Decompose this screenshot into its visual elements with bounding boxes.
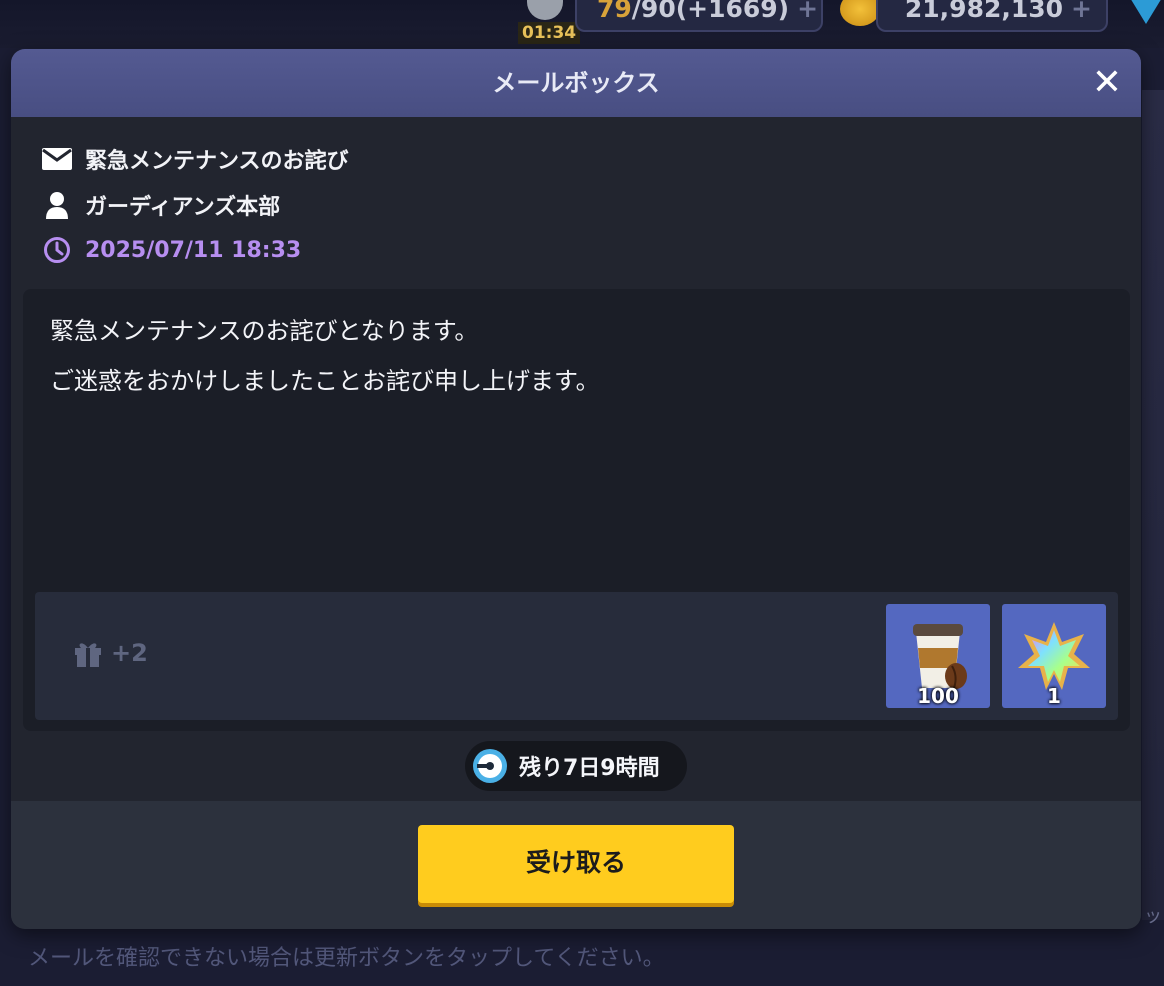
mail-date-row: 2025/07/11 18:33 — [41, 235, 301, 265]
reward-count-label: +2 — [111, 639, 148, 667]
top-hud: 01:34 79/90(+1669) + 21,982,130 + — [0, 0, 1164, 48]
gold-add-icon[interactable]: + — [1071, 0, 1092, 23]
stamina-max: /90(+1669) — [631, 0, 790, 23]
background-panel-text: ッ — [1144, 906, 1162, 927]
gold-coin-icon — [840, 0, 880, 26]
player-avatar-icon[interactable] — [527, 0, 563, 20]
claim-button[interactable]: 受け取る — [418, 825, 734, 903]
mail-body-panel: 緊急メンテナンスのお詫びとなります。 ご迷惑をおかけしましたことお詫び申し上げま… — [23, 289, 1130, 731]
background-panel-edge — [1142, 90, 1164, 920]
stamina-counter[interactable]: 79/90(+1669) + — [575, 0, 823, 32]
mail-body-line-1: 緊急メンテナンスのお詫びとなります。 — [50, 317, 479, 345]
mail-sender-row: ガーディアンズ本部 — [41, 190, 280, 220]
mail-detail-dialog: メールボックス ✕ 緊急メンテナンスのお詫び ガーディアンズ本部 2025/07… — [11, 49, 1141, 929]
remaining-time-badge: 残り7日9時間 — [465, 741, 687, 791]
mail-body-line-2: ご迷惑をおかけしましたことお詫び申し上げます。 — [50, 367, 600, 395]
dialog-title: メールボックス — [492, 69, 660, 97]
mail-sender: ガーディアンズ本部 — [85, 195, 281, 220]
reward-strip: +2 100 1 — [35, 592, 1118, 720]
gift-icon — [75, 643, 101, 667]
dialog-header: メールボックス ✕ — [11, 49, 1141, 117]
reward-item-coffee[interactable]: 100 — [886, 604, 990, 708]
close-button[interactable]: ✕ — [1087, 63, 1127, 103]
mail-date: 2025/07/11 18:33 — [85, 237, 302, 263]
mail-subject: 緊急メンテナンスのお詫び — [85, 149, 349, 174]
dialog-footer: 受け取る — [11, 801, 1141, 929]
gold-counter[interactable]: 21,982,130 + — [876, 0, 1108, 32]
envelope-icon — [41, 145, 73, 173]
reward-count: +2 — [73, 638, 148, 668]
mail-subject-row: 緊急メンテナンスのお詫び — [41, 144, 349, 174]
gem-icon[interactable] — [1124, 0, 1164, 24]
stamina-timer: 01:34 — [518, 22, 581, 44]
clock-icon — [41, 236, 73, 264]
stamina-current: 79 — [597, 0, 632, 23]
stamina-add-icon[interactable]: + — [797, 0, 818, 23]
person-icon — [41, 191, 73, 219]
remaining-time: 残り7日9時間 — [519, 756, 660, 781]
reward-quantity: 100 — [917, 684, 959, 708]
refresh-hint-text: メールを確認できない場合は更新ボタンをタップしてください。 — [28, 946, 665, 971]
timer-icon — [473, 749, 507, 783]
reward-quantity: 1 — [1047, 684, 1061, 708]
reward-item-crystal[interactable]: 1 — [1002, 604, 1106, 708]
gold-amount: 21,982,130 — [904, 0, 1064, 23]
